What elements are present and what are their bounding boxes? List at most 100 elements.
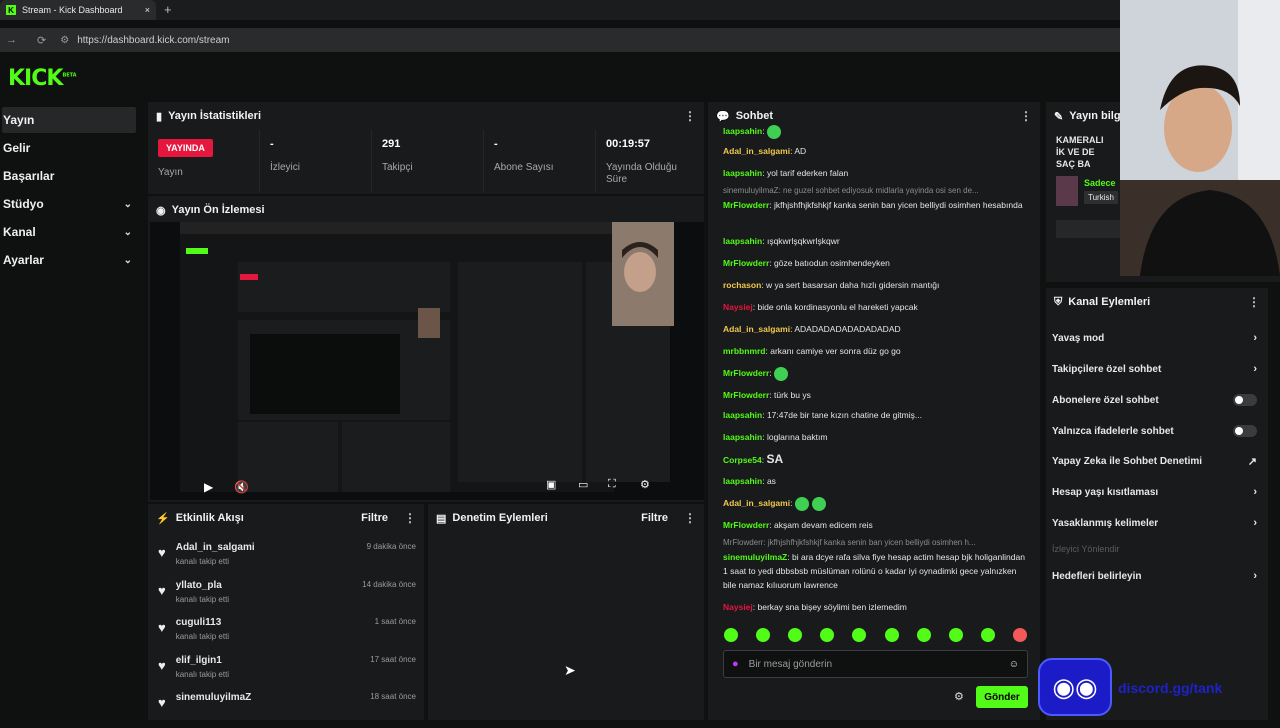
forward-icon[interactable]: → [6,34,17,46]
site-info-icon[interactable]: ⚙ [60,35,69,46]
toggle-switch[interactable] [1233,425,1257,437]
emote-picker-icon[interactable] [756,628,771,642]
heart-icon: ♥ [158,620,166,635]
activity-username[interactable]: sinemuluyilmaZ [176,692,252,703]
sidebar-item-1[interactable]: Gelir [2,135,136,161]
more-menu-icon[interactable]: ⋮ [404,511,416,525]
more-menu-icon[interactable]: ⋮ [1020,109,1032,123]
chevron-right-icon[interactable]: › [1253,517,1257,529]
close-tab-icon[interactable]: × [145,5,150,15]
sidebar-item-label: Yayın [3,113,35,127]
chat-username[interactable]: rochason [723,280,761,290]
chevron-down-icon[interactable]: ⌄ [124,199,132,210]
channel-action-item[interactable]: Yavaş mod › [1052,328,1257,348]
fullscreen-icon[interactable]: ⛶ [608,478,616,491]
mute-icon[interactable]: 🔇 [234,480,249,494]
activity-username[interactable]: yllato_pla [176,580,229,591]
activity-username[interactable]: Adal_in_salgami [176,542,255,553]
uptime-stat: 00:19:57 Yayında Olduğu Süre [596,130,704,192]
chat-username[interactable]: MrFlowderr [723,520,769,530]
uptime-value: 00:19:57 [606,138,651,150]
channel-action-item[interactable]: Takipçilere özel sohbet › [1052,359,1257,379]
more-menu-icon[interactable]: ⋮ [1248,295,1260,309]
chat-username[interactable]: laapsahin [723,168,762,178]
emote-picker-icon[interactable] [820,628,835,642]
chevron-right-icon[interactable]: › [1253,486,1257,498]
activity-username[interactable]: cuguli113 [176,617,229,628]
chevron-down-icon[interactable]: ⌄ [124,255,132,266]
chat-username[interactable]: Corpse54 [723,455,762,465]
emote-picker-icon[interactable] [724,628,738,642]
toggle-switch[interactable] [1233,394,1257,406]
chat-username[interactable]: MrFlowderr [723,390,769,400]
kick-logo[interactable]: KICKBETA [8,66,77,91]
more-menu-icon[interactable]: ⋮ [684,511,696,525]
sidebar-item-label: Stüdyo [3,197,44,211]
chat-username[interactable]: MrFlowderr [723,200,769,210]
emote-picker-icon[interactable] [884,628,899,642]
browser-tab-bar [0,0,1280,20]
activity-filter-button[interactable]: Filtre [361,512,388,524]
channel-action-item[interactable]: Hesap yaşı kısıtlaması › [1052,482,1257,502]
sidebar-item-3[interactable]: Stüdyo ⌄ [2,191,136,217]
channel-action-item[interactable]: Yasaklanmış kelimeler › [1052,513,1257,533]
browser-tab[interactable]: K Stream - Kick Dashboard × [0,0,156,20]
new-tab-button[interactable]: + [164,2,172,17]
chat-username[interactable]: Adal_in_salgami [723,324,790,334]
chat-username[interactable]: MrFlowderr [723,258,769,268]
category-name[interactable]: Sadece [1084,178,1118,188]
settings-icon[interactable]: ⚙ [640,478,650,491]
chevron-right-icon[interactable]: › [1253,332,1257,344]
chat-username[interactable]: Adal_in_salgami [723,146,790,156]
chat-username[interactable]: sinemuluyilmaZ [723,552,787,562]
emote-picker-icon[interactable] [916,628,931,642]
chat-username[interactable]: mrbbnmrd [723,346,766,356]
emote-picker-icon[interactable] [980,628,995,642]
chat-username[interactable]: Naysiej [723,302,753,312]
sidebar-item-5[interactable]: Ayarlar ⌄ [2,247,136,273]
moderation-filter-button[interactable]: Filtre [641,512,668,524]
emote-picker-icon[interactable] [788,628,803,642]
sidebar-item-0[interactable]: Yayın [2,107,136,133]
chat-username[interactable]: laapsahin [723,126,762,136]
emote-picker-icon[interactable] [852,628,867,642]
channel-action-item[interactable]: Yapay Zeka ile Sohbet Denetimi ↗ [1052,451,1257,471]
channel-action-item[interactable]: Abonelere özel sohbet [1052,390,1257,410]
play-icon[interactable]: ▶ [204,480,213,494]
activity-username[interactable]: elif_ilgin1 [176,655,229,666]
stats-header: ▮ Yayın İstatistikleri ⋮ [148,102,704,130]
reload-icon[interactable]: ⟳ [37,34,46,47]
chat-input[interactable]: ● Bir mesaj gönderin ☺ [723,650,1028,678]
send-button[interactable]: Gönder [976,686,1028,708]
more-menu-icon[interactable]: ⋮ [684,109,696,123]
emoji-icon[interactable]: ☺ [1009,659,1019,670]
chevron-right-icon[interactable]: › [1253,570,1257,582]
chat-username[interactable]: laapsahin [723,476,762,486]
pip-icon[interactable]: ▣ [546,478,556,491]
chat-username[interactable]: laapsahin [723,410,762,420]
channel-action-item[interactable]: Yalnızca ifadelerle sohbet [1052,421,1257,441]
microphone-icon[interactable]: ● [732,658,739,670]
chat-settings-icon[interactable]: ⚙ [954,690,964,703]
chat-message: laapsahin: as [723,474,1028,488]
activity-item: ♥ yllato_pla kanalı takip etti 14 dakika ön… [158,580,416,616]
emote-icon [766,124,781,139]
chat-username[interactable]: Naysiej [723,602,753,612]
stream-preview-video[interactable]: ▶ 🔇 ▣ ▭ ⛶ ⚙ [150,222,704,500]
heart-icon: ♥ [158,545,166,560]
url-field[interactable]: ⚙ https://dashboard.kick.com/stream [60,28,229,52]
emote-picker-icon[interactable] [1012,628,1027,642]
chat-username[interactable]: laapsahin [723,432,762,442]
theater-icon[interactable]: ▭ [578,478,588,491]
chat-username[interactable]: MrFlowderr [723,368,769,378]
emote-picker-icon[interactable] [948,628,963,642]
sidebar-item-2[interactable]: Başarılar [2,163,136,189]
viewers-value: - [270,138,274,150]
channel-action-item[interactable]: Hedefleri belirleyin › [1052,566,1257,586]
sidebar-item-4[interactable]: Kanal ⌄ [2,219,136,245]
external-link-icon[interactable]: ↗ [1248,455,1257,468]
chevron-down-icon[interactable]: ⌄ [124,227,132,238]
chat-username[interactable]: laapsahin [723,236,762,246]
chat-username[interactable]: Adal_in_salgami [723,498,790,508]
chevron-right-icon[interactable]: › [1253,363,1257,375]
